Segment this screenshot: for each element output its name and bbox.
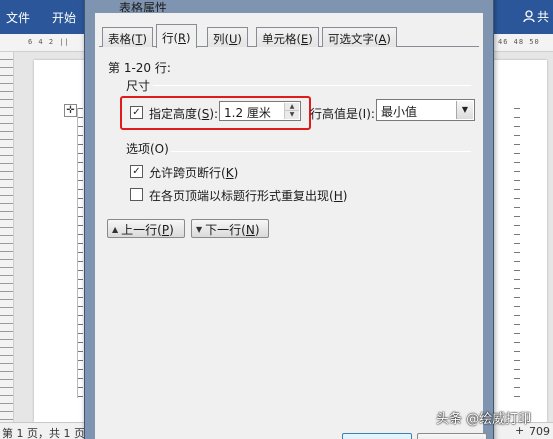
arrow-up-icon: ▲ (112, 224, 119, 234)
tab-alt-text-key: A (378, 32, 387, 46)
tab-column[interactable]: 列(U) (207, 27, 248, 47)
size-section-title: 尺寸 (126, 79, 151, 93)
allow-break-text: 允许跨页断行 (149, 166, 222, 180)
arrow-down-icon: ▼ (196, 224, 203, 234)
tab-table-label: 表格 (108, 32, 131, 46)
table-right-gridlines (514, 108, 520, 398)
dialog-tabstrip: 表格(T) 行(R) 列(U) 单元格(E) 可选文字(A) (99, 24, 479, 48)
next-row-text: 下一行 (205, 222, 242, 237)
previous-row-key: P (161, 222, 170, 237)
tab-cell-key: E (301, 32, 309, 46)
tab-row-label: 行 (162, 31, 174, 45)
previous-row-text: 上一行 (121, 222, 158, 237)
repeat-header-label: 在各页顶端以标题行形式重复出现(H) (149, 189, 348, 203)
ribbon-tab-file[interactable]: 文件 (6, 9, 30, 26)
tab-row-key: R (178, 31, 186, 45)
options-section-divider (171, 151, 471, 152)
table-properties-dialog: 表格属性 表格(T) 行(R) 列(U) 单元格(E) 可选文字(A) 第 1-… (84, 0, 494, 439)
chevron-down-icon[interactable]: ▼ (456, 101, 473, 119)
status-page-count: 第 1 页，共 1 页 (2, 427, 85, 439)
ribbon-tab-home[interactable]: 开始 (52, 9, 76, 26)
repeat-header-checkbox[interactable] (130, 188, 143, 201)
red-highlight-box (120, 96, 311, 130)
height-rule-select[interactable]: 最小值 ▼ (376, 99, 475, 121)
size-section-divider (153, 85, 471, 86)
tab-cell[interactable]: 单元格(E) (256, 27, 319, 47)
tab-column-key: U (229, 32, 238, 46)
dialog-body: 表格(T) 行(R) 列(U) 单元格(E) 可选文字(A) 第 1-20 行:… (94, 12, 487, 439)
tab-alt-text-label: 可选文字 (328, 32, 374, 46)
repeat-header-text: 在各页顶端以标题行形式重复出现 (149, 189, 330, 203)
allow-break-label: 允许跨页断行(K) (149, 166, 239, 180)
previous-row-label: 上一行(P) (121, 222, 174, 237)
share-label: 共 (536, 10, 549, 24)
ruler-right-marks: 46 48 50 (498, 38, 540, 46)
tab-cell-label: 单元格 (262, 32, 297, 46)
tab-table[interactable]: 表格(T) (102, 27, 154, 47)
table-move-handle-icon[interactable]: ✛ (64, 104, 77, 117)
share-button[interactable]: 共 (523, 8, 549, 25)
watermark-text: 头条 @绘威打印 (436, 412, 532, 427)
allow-break-checkbox[interactable]: ✓ (130, 165, 143, 178)
cancel-button[interactable] (417, 433, 487, 439)
next-row-button[interactable]: ▼ 下一行(N) (191, 219, 269, 238)
height-rule-value: 最小值 (381, 105, 418, 119)
tab-table-key: T (135, 32, 143, 46)
height-rule-label: 行高值是(I): (310, 107, 375, 121)
allow-break-key: K (225, 166, 234, 180)
repeat-header-key: H (333, 189, 343, 203)
options-section-title: 选项(O) (126, 142, 169, 156)
zoom-level[interactable]: 709 (529, 425, 550, 438)
vertical-ruler[interactable] (0, 52, 14, 422)
tab-row[interactable]: 行(R) (156, 24, 197, 48)
next-row-key: N (245, 222, 255, 237)
next-row-label: 下一行(N) (205, 222, 260, 237)
person-icon (523, 10, 535, 23)
previous-row-button[interactable]: ▲ 上一行(P) (107, 219, 185, 238)
tab-alt-text[interactable]: 可选文字(A) (322, 27, 397, 47)
ok-button[interactable] (342, 433, 412, 439)
ruler-left-marks: 6 4 2 || (28, 38, 70, 46)
table-left-gridlines (77, 108, 83, 398)
row-range-label: 第 1-20 行: (108, 61, 171, 75)
tab-column-label: 列 (213, 32, 225, 46)
